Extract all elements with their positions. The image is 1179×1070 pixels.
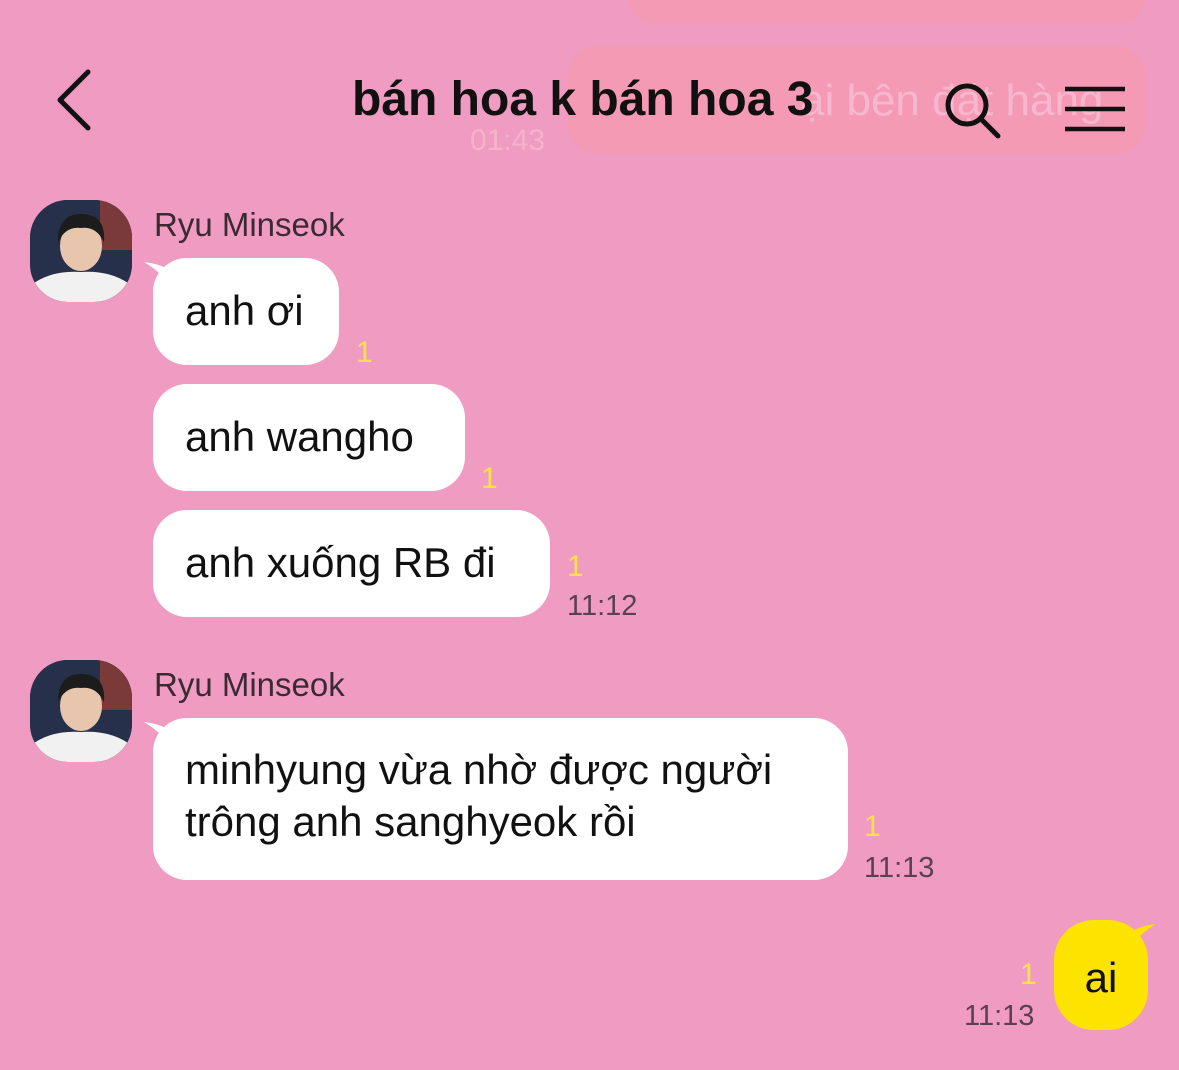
back-icon[interactable] [44, 62, 104, 138]
message-text-line: trông anh sanghyeok rồi [185, 798, 636, 845]
message-time: 11:13 [864, 852, 935, 884]
avatar[interactable] [30, 660, 132, 762]
message-bubble[interactable]: anh ơi [153, 258, 339, 365]
message-bubble[interactable]: anh xuống RB đi [153, 510, 550, 617]
my-message-bubble[interactable]: ai [1054, 920, 1148, 1030]
menu-icon[interactable] [1062, 84, 1128, 134]
unread-count: 1 [481, 462, 498, 495]
message-bubble[interactable]: anh wangho [153, 384, 465, 491]
message-text: anh xuống RB đi [185, 539, 496, 586]
search-icon[interactable] [942, 80, 1004, 142]
unread-count: 1 [356, 336, 373, 369]
unread-count: 1 [1020, 958, 1037, 991]
message-time: 11:13 [964, 1000, 1035, 1032]
message-time: 11:12 [567, 590, 638, 622]
message-bubble[interactable]: minhyung vừa nhờ được người trông anh sa… [153, 718, 848, 880]
sender-name: Ryu Minseok [154, 206, 345, 243]
unread-count: 1 [567, 550, 584, 583]
chat-title: bán hoa k bán hoa 3 [352, 73, 814, 126]
message-text-line: minhyung vừa nhờ được người [185, 746, 773, 793]
chat-header: bán hoa k bán hoa 3 [0, 0, 1179, 170]
unread-count: 1 [864, 810, 881, 843]
message-text: anh ơi [185, 287, 304, 334]
message-text: ai [1084, 954, 1118, 1001]
avatar[interactable] [30, 200, 132, 302]
message-text: anh wangho [185, 413, 414, 460]
sender-name: Ryu Minseok [154, 666, 345, 703]
